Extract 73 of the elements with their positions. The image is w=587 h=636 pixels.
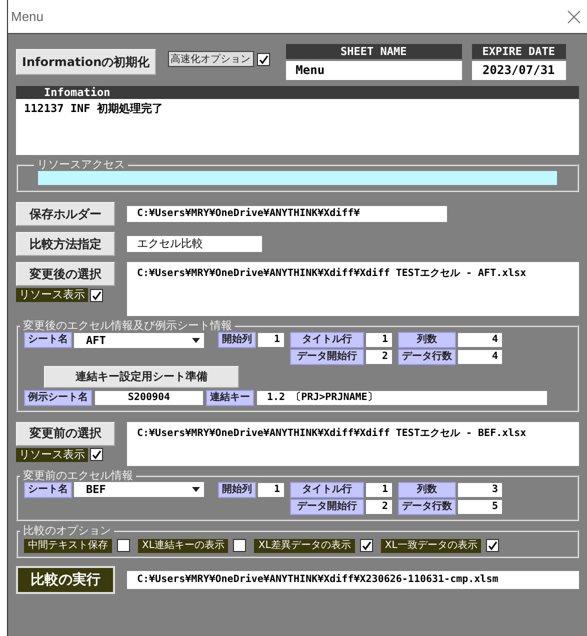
field-label: 開始列: [218, 482, 256, 498]
save-folder-field[interactable]: C:¥Users¥MRY¥OneDrive¥ANYTHINK¥Xdiff¥: [127, 206, 447, 222]
window-title: Menu: [11, 9, 44, 24]
frame-title: 変更前のエクセル情報: [22, 470, 134, 482]
speed-option-label: 高速化オプション: [168, 51, 254, 67]
number-field[interactable]: 4: [458, 350, 502, 364]
field-label: データ行数: [398, 349, 456, 365]
sheet-name-value: Menu: [286, 61, 462, 80]
resource-display-checkbox[interactable]: [90, 448, 103, 461]
after-file-path[interactable]: C:¥Users¥MRY¥OneDrive¥ANYTHINK¥Xdiff¥Xdiff TESTエクセル - AFT.xlsx: [127, 262, 579, 316]
number-field[interactable]: 3: [458, 482, 502, 496]
option-checkbox[interactable]: [360, 539, 373, 552]
resource-display-label: リソース表示: [16, 288, 88, 302]
check-icon: [360, 540, 372, 551]
number-field[interactable]: 2: [366, 350, 392, 364]
log-line: 112137 INF 初期処理完了: [24, 101, 164, 116]
dropdown-arrow-icon: [192, 487, 200, 492]
check-icon: [91, 290, 102, 300]
check-icon: [258, 54, 269, 64]
sheet-name-header: SHEET NAME: [286, 44, 462, 59]
number-field[interactable]: 4: [458, 333, 502, 347]
result-file-field[interactable]: C:¥Users¥MRY¥OneDrive¥ANYTHINK¥Xdiff¥X230626-110631-cmp.xlsm: [127, 570, 579, 588]
option-checkbox[interactable]: [233, 539, 246, 552]
before-select-button[interactable]: 変更前の選択: [16, 422, 115, 446]
resource-display-label: リソース表示: [16, 448, 88, 462]
field-label: データ開始行: [290, 349, 364, 365]
field-label: タイトル行: [290, 482, 364, 498]
init-button[interactable]: Informationの初期化: [16, 49, 156, 75]
number-field[interactable]: 1: [366, 482, 392, 496]
sheet-label: シート名: [24, 482, 72, 498]
expire-date-value: 2023/07/31: [472, 61, 566, 80]
field-label: 列数: [398, 332, 456, 348]
example-sheet-label: 例示シート名: [24, 390, 92, 406]
sheet-label: シート名: [24, 332, 72, 348]
before-file-path[interactable]: C:¥Users¥MRY¥OneDrive¥ANYTHINK¥Xdiff¥Xdiff TESTエクセル - BEF.xlsx: [127, 422, 579, 466]
field-label: データ行数: [398, 498, 456, 514]
speed-option-checkbox[interactable]: [256, 52, 270, 66]
compare-method-field[interactable]: エクセル比較: [127, 236, 262, 252]
close-icon[interactable]: [567, 10, 581, 24]
option-checkbox[interactable]: [117, 539, 130, 552]
expire-date-header: EXPIRE DATE: [472, 44, 566, 59]
execute-button[interactable]: 比較の実行: [16, 566, 115, 594]
field-label: データ開始行: [290, 498, 364, 514]
check-icon: [91, 449, 102, 460]
number-field[interactable]: 1: [258, 333, 284, 347]
frame-title: リソースアクセス: [36, 159, 126, 171]
link-key-label: 連結キー: [206, 390, 254, 406]
option-label: XL連結キーの表示: [138, 538, 228, 552]
field-label: 開始列: [218, 332, 256, 348]
option-label: 中間テキスト保存: [24, 538, 112, 552]
field-label: タイトル行: [290, 332, 364, 348]
option-label: XL差異データの表示: [254, 538, 355, 552]
example-sheet-field[interactable]: S200904: [95, 390, 203, 404]
frame-title: 変更後のエクセル情報及び例示シート情報: [22, 320, 233, 332]
frame-title: 比較のオプション: [22, 524, 112, 536]
dropdown-arrow-icon: [192, 338, 200, 342]
compare-method-button[interactable]: 比較方法指定: [16, 232, 115, 256]
link-key-field[interactable]: 1.2 〔PRJ>PRJNAME〕: [257, 390, 547, 404]
info-panel-title: Infomation: [16, 86, 579, 99]
prepare-sheet-button[interactable]: 連結キー設定用シート準備: [44, 366, 239, 388]
number-field[interactable]: 1: [366, 333, 392, 347]
option-label: XL一致データの表示: [380, 538, 482, 552]
number-field[interactable]: 5: [458, 500, 502, 514]
field-label: 列数: [398, 482, 456, 498]
number-field[interactable]: 2: [366, 500, 392, 514]
sheet-dropdown[interactable]: AFT: [74, 332, 204, 348]
resource-display-checkbox[interactable]: [90, 288, 103, 302]
check-icon: [487, 540, 498, 551]
save-folder-button[interactable]: 保存ホルダー: [16, 202, 115, 226]
after-select-button[interactable]: 変更後の選択: [16, 262, 115, 286]
number-field[interactable]: 1: [258, 482, 284, 496]
sheet-dropdown[interactable]: BEF: [74, 482, 204, 497]
option-checkbox[interactable]: [486, 539, 500, 552]
